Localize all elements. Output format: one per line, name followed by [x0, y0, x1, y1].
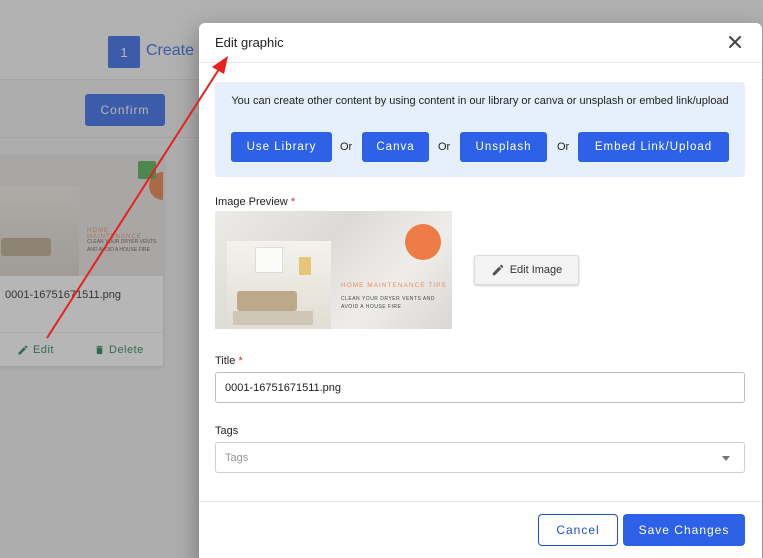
title-label-text: Title — [215, 355, 236, 367]
tags-select[interactable]: Tags — [215, 442, 745, 473]
tags-placeholder: Tags — [225, 452, 249, 464]
or-separator: Or — [340, 141, 353, 153]
edit-graphic-dialog: Edit graphic You can create other conten… — [199, 23, 762, 558]
close-icon — [729, 36, 741, 48]
title-input[interactable] — [215, 372, 745, 403]
cancel-button[interactable]: Cancel — [538, 514, 618, 546]
image-preview-label-text: Image Preview — [215, 196, 288, 208]
pencil-icon — [492, 264, 503, 276]
save-changes-button[interactable]: Save Changes — [623, 514, 745, 546]
canva-button[interactable]: Canva — [362, 132, 429, 162]
preview-wall-art — [299, 257, 311, 275]
content-source-info: You can create other content by using co… — [231, 95, 729, 107]
image-preview-label: Image Preview * — [215, 196, 295, 208]
preview-rug — [233, 311, 313, 325]
preview-headline: HOME MAINTENANCE TIPS — [341, 282, 447, 289]
or-separator: Or — [557, 141, 570, 153]
close-button[interactable] — [727, 34, 743, 50]
unsplash-button[interactable]: Unsplash — [460, 132, 547, 162]
caret-down-icon — [722, 456, 730, 461]
dialog-title: Edit graphic — [215, 35, 284, 50]
embed-link-upload-button[interactable]: Embed Link/Upload — [578, 132, 729, 162]
tags-label: Tags — [215, 425, 239, 437]
preview-orange-circle — [405, 224, 441, 260]
edit-image-button[interactable]: Edit Image — [474, 255, 579, 285]
dialog-header: Edit graphic — [199, 23, 762, 63]
preview-sofa — [237, 291, 297, 311]
content-source-panel: You can create other content by using co… — [215, 82, 745, 177]
edit-image-label: Edit Image — [509, 264, 563, 276]
image-preview: HOME MAINTENANCE TIPS CLEAN YOUR DRYER V… — [215, 211, 452, 329]
use-library-button[interactable]: Use Library — [231, 132, 332, 162]
preview-subtext: CLEAN YOUR DRYER VENTS AND AVOID A HOUSE… — [341, 296, 435, 310]
required-mark: * — [238, 355, 243, 367]
dialog-footer-divider — [199, 501, 762, 502]
preview-window — [255, 247, 283, 273]
required-mark: * — [290, 196, 296, 208]
or-separator: Or — [438, 141, 451, 153]
title-label: Title * — [215, 355, 243, 367]
